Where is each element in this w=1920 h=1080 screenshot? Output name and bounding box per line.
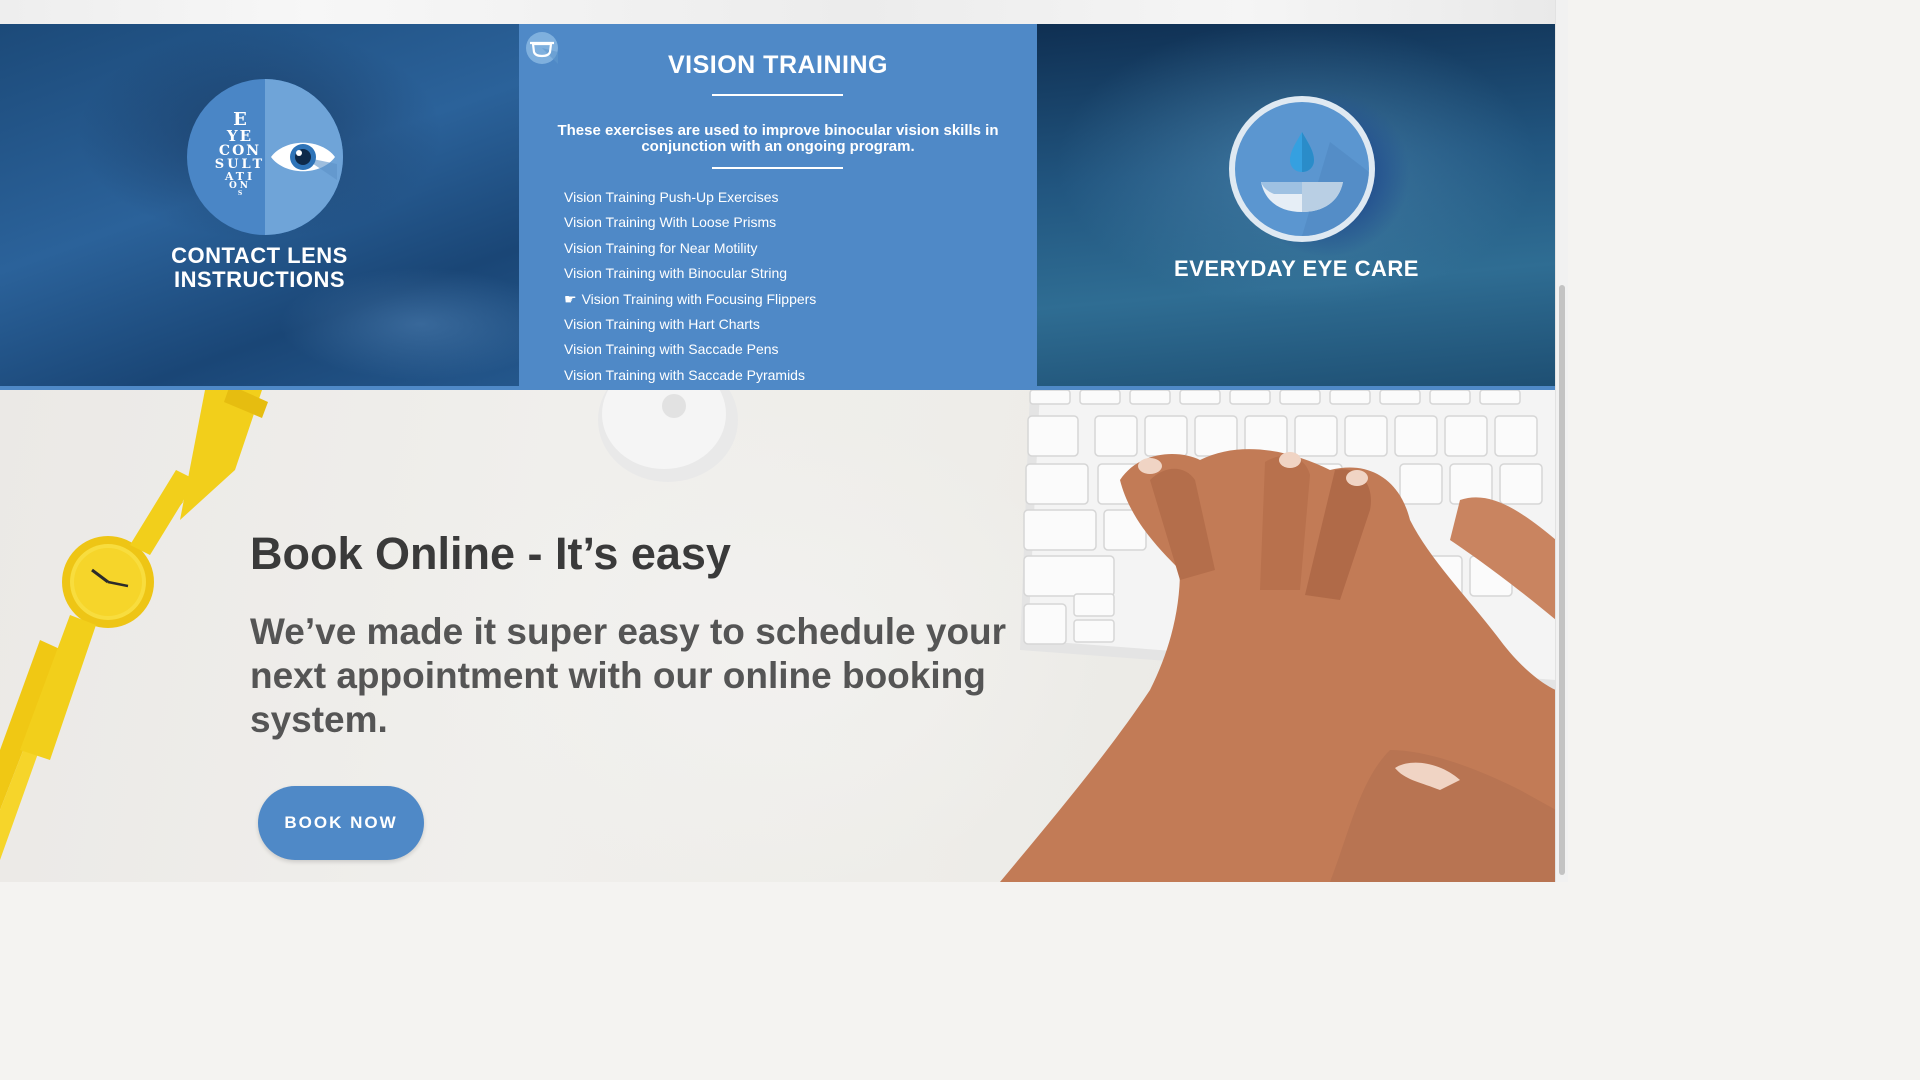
title-divider — [712, 94, 843, 96]
training-item[interactable]: Vision Training Push-Up Exercises — [564, 187, 816, 212]
contact-lens-panel[interactable]: E YE CON SULT ATI ON S CONTACT LENS INST… — [0, 24, 519, 386]
vision-training-description: These exercises are used to improve bino… — [557, 122, 999, 155]
eye-care-title: EVERYDAY EYE CARE — [1174, 256, 1419, 281]
glasses-icon — [530, 41, 558, 64]
top-strip — [0, 0, 1556, 25]
vision-training-list: Vision Training Push-Up Exercises Vision… — [564, 187, 816, 390]
scrollbar[interactable] — [1555, 0, 1568, 882]
contact-lens-title: CONTACT LENS INSTRUCTIONS — [171, 243, 348, 292]
services-row: E YE CON SULT ATI ON S CONTACT LENS INST… — [0, 24, 1556, 390]
watch-image — [0, 390, 268, 860]
training-item[interactable]: Vision Training for Near Motility — [564, 238, 816, 263]
glasses-badge — [526, 32, 558, 64]
eye-care-panel[interactable]: EVERYDAY EYE CARE — [1037, 24, 1556, 386]
hand-pointer-icon: ☛ — [564, 290, 577, 307]
page: E YE CON SULT ATI ON S CONTACT LENS INST… — [0, 0, 1568, 882]
eye-drop-icon — [1261, 132, 1369, 236]
scrollbar-thumb[interactable] — [1559, 285, 1565, 875]
eye-icon — [271, 142, 337, 180]
training-item[interactable]: Vision Training With Loose Prisms — [564, 212, 816, 237]
training-item[interactable]: Vision Training with Hart Charts — [564, 314, 816, 339]
training-item-active[interactable]: ☛ Vision Training with Focusing Flippers — [564, 289, 816, 314]
booking-subheading: We’ve made it super easy to schedule you… — [250, 611, 1007, 740]
vision-training-panel: VISION TRAINING These exercises are used… — [519, 24, 1037, 390]
eye-chart-text: E YE CON SULT ATI ON S — [214, 109, 266, 197]
eye-drop-emblem — [1229, 96, 1375, 242]
mouse-image — [598, 390, 738, 482]
book-now-button[interactable]: BOOK NOW — [258, 786, 424, 860]
booking-heading: Book Online - It’s easy — [250, 528, 731, 579]
booking-section: Book Online - It’s easy We’ve made it su… — [0, 390, 1556, 882]
vision-training-title: VISION TRAINING — [667, 51, 888, 79]
eye-consultation-emblem: E YE CON SULT ATI ON S — [187, 79, 343, 235]
description-divider — [712, 167, 843, 169]
training-item[interactable]: Vision Training with Binocular String — [564, 263, 816, 288]
training-item[interactable]: Vision Training with Saccade Pens — [564, 339, 816, 364]
